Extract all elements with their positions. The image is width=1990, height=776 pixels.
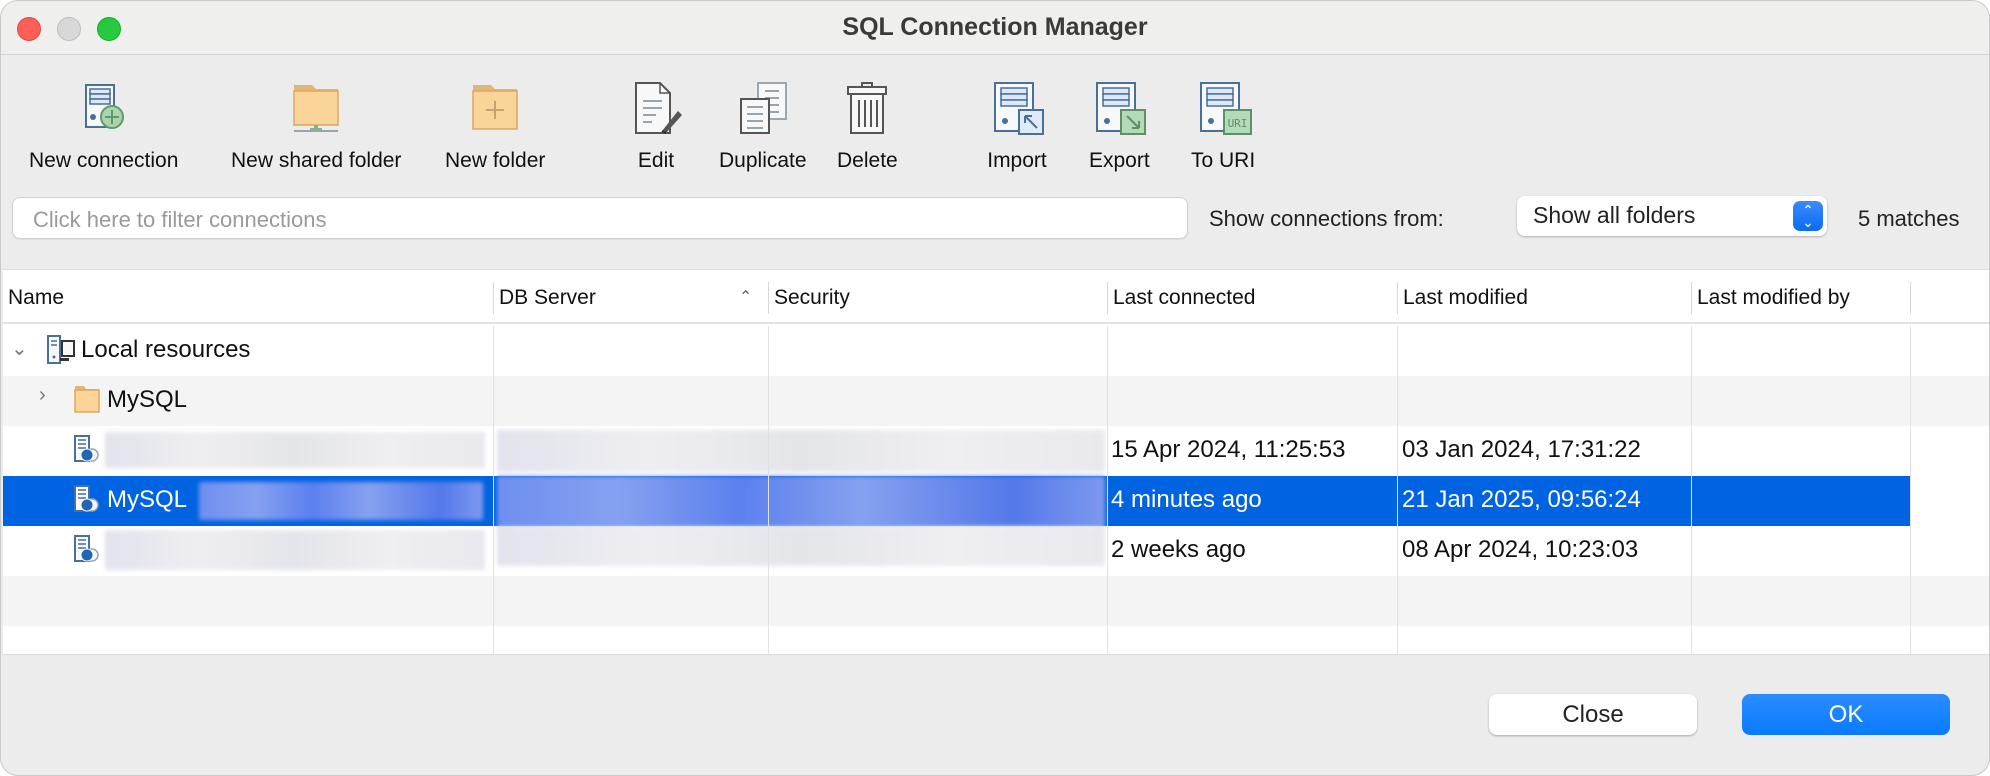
table-row-selected[interactable]: MySQL 4 minutes ago 21 Jan 2025, 09:56:2… [3, 476, 1911, 526]
column-header-name[interactable]: Name [3, 286, 64, 320]
column-divider [1107, 326, 1108, 656]
chevron-right-icon[interactable]: › [39, 384, 46, 407]
delete-button[interactable]: Delete [837, 77, 898, 173]
redacted-name [105, 530, 485, 570]
column-resize-handle[interactable] [1910, 282, 1911, 314]
last-connected: 2 weeks ago [1111, 536, 1246, 563]
duplicate-icon [739, 82, 787, 134]
redacted-server-security [497, 430, 1105, 472]
redacted-name [105, 432, 485, 468]
sort-ascending-icon: ⌃ [739, 289, 753, 306]
export-icon [1096, 82, 1147, 135]
folder-icon [74, 386, 100, 413]
uri-icon: URI [1200, 82, 1253, 135]
import-icon [994, 82, 1044, 135]
last-modified: 21 Jan 2025, 09:56:24 [1402, 486, 1641, 513]
server-add-icon [84, 84, 124, 129]
delete-label: Delete [837, 149, 898, 172]
show-connections-from-label: Show connections from: [1209, 206, 1444, 231]
edit-label: Edit [637, 149, 675, 172]
new-connection-label: New connection [29, 149, 179, 172]
new-shared-folder-button[interactable]: New shared folder [231, 77, 401, 173]
new-folder-button[interactable]: New folder [445, 77, 545, 173]
new-shared-folder-label: New shared folder [231, 149, 402, 172]
mysql-connection-icon [74, 435, 99, 462]
folder-filter-select[interactable]: Show all folders ⌃ ⌄ [1517, 196, 1827, 236]
chevron-down-icon[interactable]: ⌄ [11, 336, 28, 361]
to-uri-label: To URI [1191, 149, 1256, 172]
mysql-connection-icon [74, 485, 99, 512]
title-bar: SQL Connection Manager [1, 1, 1989, 55]
last-connected: 15 Apr 2024, 11:25:53 [1111, 436, 1346, 463]
shared-folder-icon [293, 85, 339, 132]
to-uri-button[interactable]: URI To URI [1191, 77, 1255, 173]
edit-button[interactable]: Edit [626, 77, 686, 173]
column-divider [1691, 326, 1692, 656]
local-resources-icon [47, 335, 75, 364]
table-header: Name DB Server ⌃ Security Last connected… [3, 270, 1989, 324]
redacted-server-security [497, 476, 1105, 526]
close-button[interactable]: Close [1489, 694, 1697, 735]
last-modified: 08 Apr 2024, 10:23:03 [1402, 536, 1639, 563]
folder-filter-value: Show all folders [1533, 202, 1696, 228]
last-connected: 4 minutes ago [1111, 486, 1262, 513]
tree-item-label: Local resources [81, 336, 251, 363]
filter-connections-input[interactable]: Click here to filter connections [12, 197, 1188, 239]
connections-table: Name DB Server ⌃ Security Last connected… [3, 269, 1989, 656]
import-label: Import [987, 149, 1047, 172]
column-header-last-connected[interactable]: Last connected [1108, 286, 1255, 320]
export-label: Export [1089, 149, 1150, 172]
redacted-name [199, 482, 483, 520]
ok-button[interactable]: OK [1742, 694, 1950, 735]
column-header-last-modified-by[interactable]: Last modified by [1692, 286, 1850, 320]
import-button[interactable]: Import [987, 77, 1047, 173]
last-modified: 03 Jan 2024, 17:31:22 [1402, 436, 1641, 463]
column-divider [768, 326, 769, 656]
new-folder-label: New folder [445, 149, 546, 172]
svg-text:URI: URI [1228, 117, 1248, 130]
column-divider [1910, 326, 1911, 656]
sql-connection-manager-window: SQL Connection Manager New connection Ne… [0, 0, 1990, 776]
column-header-db-server[interactable]: DB Server [494, 286, 596, 320]
connection-name: MySQL [107, 486, 188, 513]
match-count: 5 matches [1858, 206, 1960, 231]
duplicate-button[interactable]: Duplicate [719, 77, 807, 173]
select-stepper-icon: ⌃ ⌄ [1793, 201, 1823, 231]
window-title: SQL Connection Manager [842, 13, 1148, 41]
duplicate-label: Duplicate [719, 149, 807, 172]
redacted-server-security [497, 526, 1105, 566]
column-divider [493, 326, 494, 656]
column-header-security[interactable]: Security [769, 286, 850, 320]
export-button[interactable]: Export [1089, 77, 1150, 173]
edit-document-icon [635, 82, 682, 134]
folder-add-icon [472, 85, 518, 130]
new-connection-button[interactable]: New connection [29, 77, 178, 173]
tree-item-label: MySQL [107, 386, 188, 413]
toolbar: New connection New shared folder New fol… [1, 71, 1989, 175]
mysql-connection-icon [74, 535, 99, 562]
column-divider [1397, 326, 1398, 656]
column-header-last-modified[interactable]: Last modified [1398, 286, 1528, 320]
trash-icon [847, 82, 888, 134]
